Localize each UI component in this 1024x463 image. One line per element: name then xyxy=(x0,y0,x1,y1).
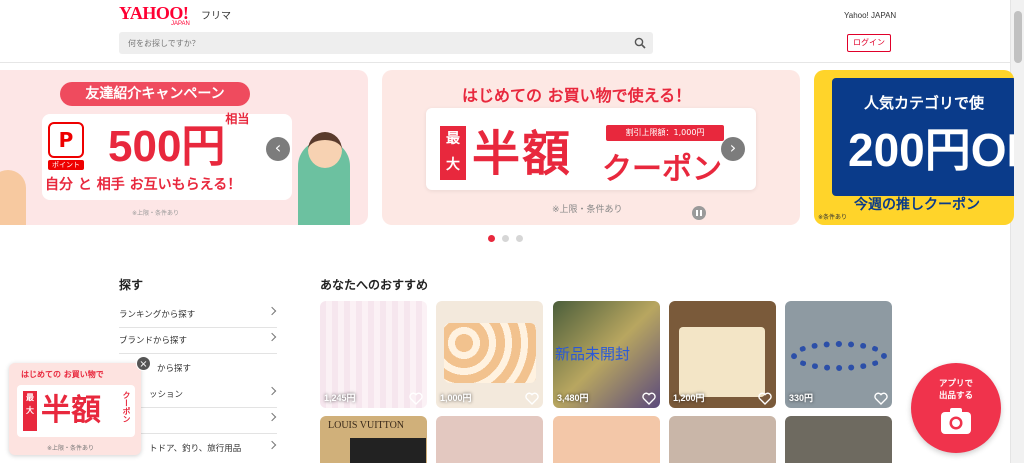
camera-icon xyxy=(941,408,971,434)
product-card[interactable]: 1,245円 xyxy=(320,301,427,408)
product-overlay-text: 新品未開封 xyxy=(555,345,631,363)
floating-ad-coupon: クーポン xyxy=(122,391,131,423)
search-icon[interactable] xyxy=(634,37,646,49)
nav-item-outdoor[interactable]: トドア、釣り、旅行用品 xyxy=(119,436,277,462)
product-image xyxy=(679,327,765,397)
product-card[interactable]: 330円 xyxy=(785,301,892,408)
banner-subtitle: 自分 と 相手 お互いもらえる！ xyxy=(45,177,242,193)
product-card[interactable] xyxy=(785,416,892,463)
banner-title: はじめての お買い物で使える！ xyxy=(462,86,692,105)
product-card[interactable]: 新品未開封 3,480円 xyxy=(553,301,660,408)
product-card[interactable] xyxy=(436,416,543,463)
floating-ad-half: 半額 xyxy=(41,393,101,428)
nav-item-label: から探す xyxy=(157,364,192,374)
product-image xyxy=(444,323,536,383)
product-price: 330円 xyxy=(789,393,814,403)
banner-limit-label: 割引上限額：1,000円 xyxy=(606,125,724,141)
nav-item[interactable] xyxy=(119,408,277,434)
heart-icon[interactable] xyxy=(642,392,656,405)
banner-note: ※上限・条件あり xyxy=(132,210,180,217)
carousel-prev-button[interactable]: ‹ xyxy=(266,137,290,161)
banner-note: ※上限・条件あり xyxy=(552,205,623,215)
product-image xyxy=(791,341,887,371)
product-card[interactable]: 1,000円 xyxy=(436,301,543,408)
close-icon[interactable]: × xyxy=(136,356,151,371)
nav-item-ranking[interactable]: ランキングから探す xyxy=(119,302,277,328)
banner-title: 人気カテゴリで使 xyxy=(864,94,985,112)
banner-note: ※条件あり xyxy=(818,214,848,221)
login-button[interactable]: ログイン xyxy=(847,34,891,52)
chevron-right-icon xyxy=(267,306,277,316)
page-scrollbar[interactable] xyxy=(1010,0,1024,463)
carousel-next-button[interactable]: › xyxy=(721,137,745,161)
banner-subtitle: 今週の推しクーポン xyxy=(854,197,980,213)
banner-half-price: 半額 xyxy=(472,126,573,182)
search-placeholder: 何をお探しですか？ xyxy=(128,39,200,48)
chevron-right-icon: › xyxy=(729,138,737,157)
search-input[interactable]: 何をお探しですか？ xyxy=(119,32,653,54)
product-card[interactable] xyxy=(553,416,660,463)
banner-ribbon: 友達紹介キャンペーン xyxy=(60,82,250,106)
product-image-text: LOUIS VUITTON xyxy=(328,420,405,431)
banner-illustration-head xyxy=(308,132,342,168)
carousel-dot[interactable] xyxy=(502,235,509,242)
banner-category-coupon[interactable]: 人気カテゴリで使 200円OFFク 今週の推しクーポン ※条件あり xyxy=(814,70,1014,225)
carousel-dot[interactable] xyxy=(516,235,523,242)
heart-icon[interactable] xyxy=(758,392,772,405)
yahoo-flima-logo[interactable]: YAHOO! JAPAN フリマ xyxy=(119,3,231,27)
heart-icon[interactable] xyxy=(525,392,539,405)
nav-item-label: ランキングから探す xyxy=(119,310,196,320)
banner-amount: 200円OFFク xyxy=(848,124,1014,176)
explore-title: 探す xyxy=(119,278,144,292)
floating-ad-title: はじめての お買い物で xyxy=(21,370,104,379)
recommend-title: あなたへのおすすめ xyxy=(320,278,429,292)
heart-icon[interactable] xyxy=(409,392,423,405)
floating-coupon-ad[interactable]: はじめての お買い物で 最大 半額 クーポン ※上限・条件あり xyxy=(9,363,141,455)
paypay-icon: P xyxy=(48,122,84,158)
chevron-right-icon xyxy=(267,386,277,396)
carousel-dot[interactable] xyxy=(488,235,495,242)
product-image xyxy=(350,438,426,463)
banner-coupon-label: クーポン xyxy=(602,152,722,187)
nav-item-label: ブランドから探す xyxy=(119,336,188,346)
banner-friend-referral[interactable]: 友達紹介キャンペーン P ポイント 500円相当 自分 と 相手 お互いもらえる… xyxy=(0,70,368,225)
sell-button-line2: 出品する xyxy=(938,391,973,401)
logo-japan-text: JAPAN xyxy=(171,21,190,27)
chevron-left-icon: ‹ xyxy=(274,138,282,157)
header-divider xyxy=(0,62,1010,63)
yahoo-japan-link[interactable]: Yahoo! JAPAN xyxy=(844,11,896,20)
nav-item-fashion[interactable]: ッション xyxy=(119,382,277,408)
logo-service-name: フリマ xyxy=(201,11,231,22)
banner-amount: 500円相当 xyxy=(108,112,250,171)
nav-item-label: ッション xyxy=(149,390,184,400)
product-price: 1,000円 xyxy=(440,393,472,403)
carousel-dots xyxy=(488,235,523,242)
nav-item-label: トドア、釣り、旅行用品 xyxy=(149,444,242,454)
scrollbar-thumb[interactable] xyxy=(1014,11,1022,63)
product-card[interactable]: 1,200円 xyxy=(669,301,776,408)
product-price: 1,245円 xyxy=(324,393,356,403)
floating-ad-note: ※上限・条件あり xyxy=(47,445,95,452)
banner-illustration-person xyxy=(0,170,26,225)
chevron-right-icon xyxy=(267,412,277,422)
product-price: 3,480円 xyxy=(557,393,589,403)
product-card[interactable] xyxy=(669,416,776,463)
paypay-label: ポイント xyxy=(48,160,84,170)
nav-item-brand[interactable]: ブランドから探す xyxy=(119,328,277,354)
logo-yahoo-text: YAHOO! xyxy=(119,3,189,23)
floating-ad-max: 最大 xyxy=(23,391,37,431)
product-card[interactable]: LOUIS VUITTON xyxy=(320,416,427,463)
pause-icon[interactable] xyxy=(692,206,706,220)
chevron-right-icon xyxy=(267,440,277,450)
sell-in-app-button[interactable]: アプリで 出品する xyxy=(911,363,1001,453)
heart-icon[interactable] xyxy=(874,392,888,405)
product-price: 1,200円 xyxy=(673,393,705,403)
banner-max-label: 最大 xyxy=(440,126,466,180)
sell-button-line1: アプリで xyxy=(938,379,973,389)
chevron-right-icon xyxy=(267,332,277,342)
